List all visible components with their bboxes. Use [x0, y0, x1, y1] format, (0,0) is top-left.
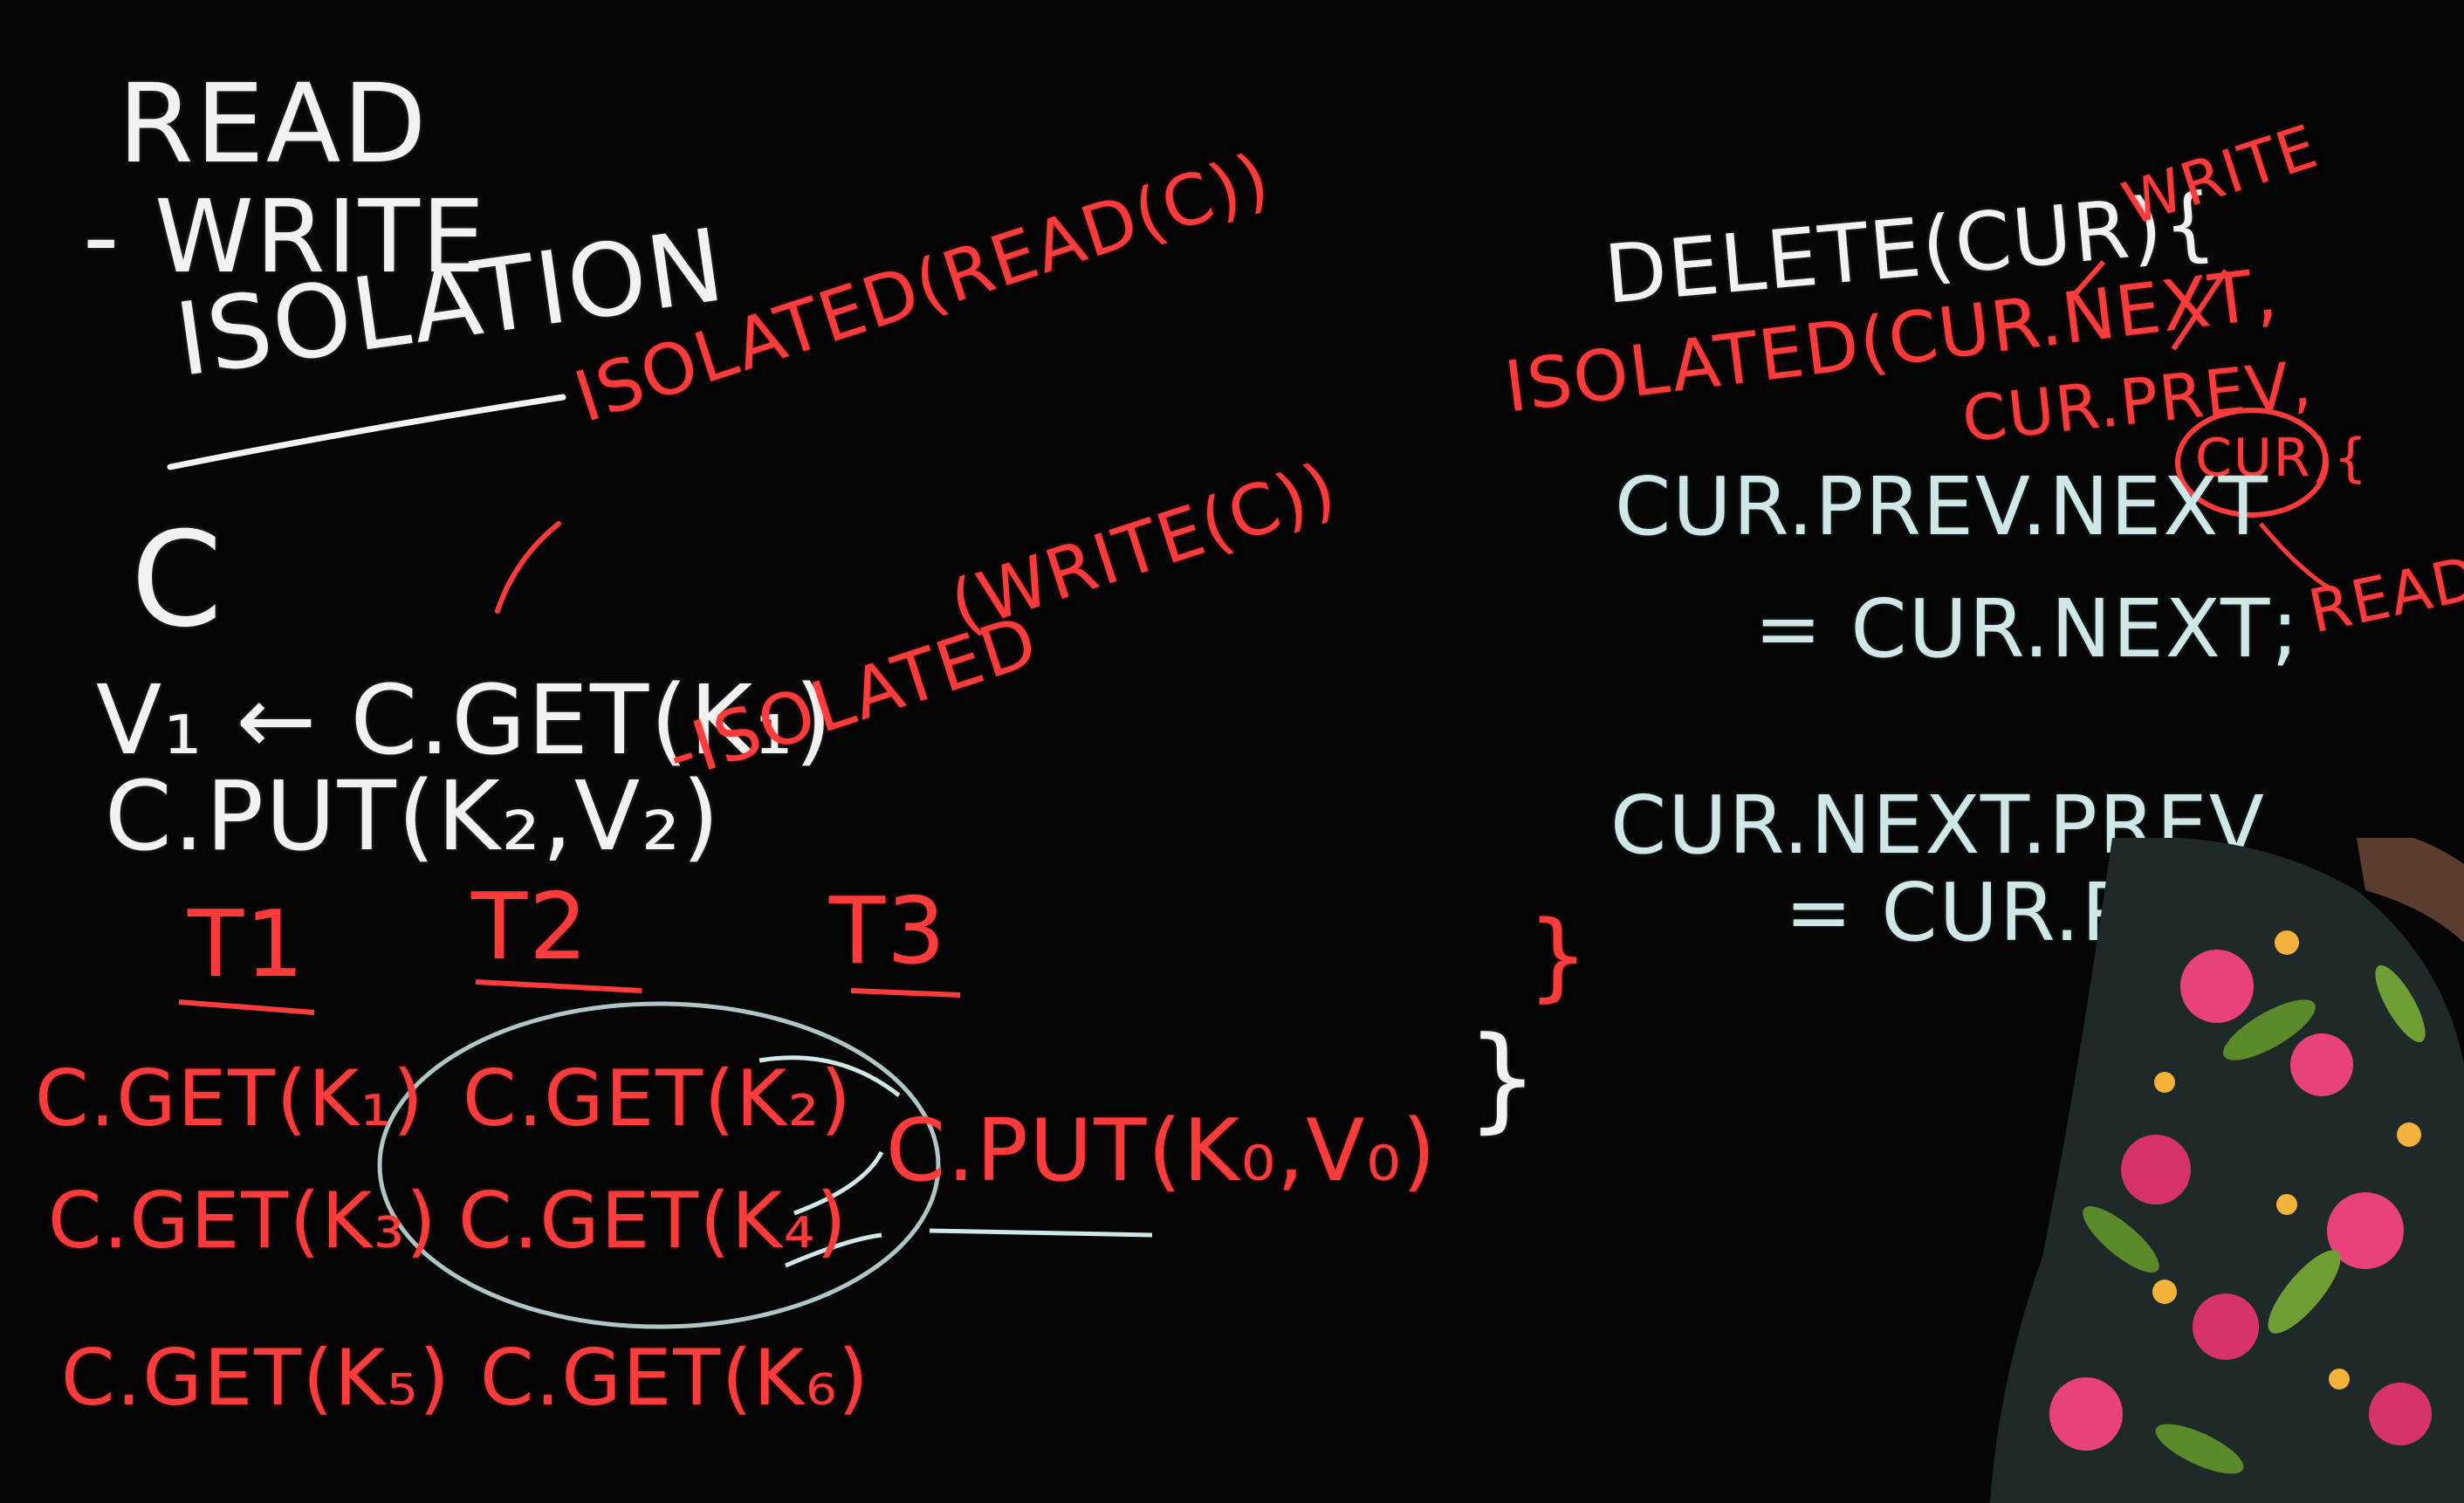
title-read: READ [118, 61, 429, 188]
t2-get-k2: C.GET(K₂) [463, 1053, 853, 1143]
t1-get-k1: C.GET(K₁) [35, 1053, 425, 1143]
closing-brace-inner: } [1527, 900, 1590, 1012]
t2-underline [475, 979, 642, 993]
title-underline [167, 394, 566, 470]
t1-get-k5: C.GET(K₅) [61, 1333, 451, 1423]
presenter [1990, 838, 2464, 1503]
put-underline [929, 1228, 1153, 1238]
t2-get-k6: C.GET(K₆) [480, 1333, 870, 1423]
read-connector-line [495, 521, 561, 614]
task-header-t1: T1 [188, 891, 305, 998]
code-line-1: CUR.PREV.NEXT [1615, 460, 2269, 553]
closing-brace-outer: } [1466, 1012, 1541, 1144]
t1-underline [178, 999, 315, 1015]
put-statement: C.PUT(K₂,V₂) [105, 760, 722, 872]
t2-ellipse [377, 1001, 941, 1329]
object-c: C [131, 504, 224, 656]
task-header-t2: T2 [471, 874, 589, 980]
t2-get-k4: C.GET(K₄) [458, 1176, 848, 1266]
code-line-2: = CUR.NEXT; [1754, 582, 2301, 676]
blackboard: READ - WRITE ISOLATION C ISOLATED(READ(C… [0, 0, 2464, 1503]
t3-put-k0-v0: C.PUT(K₀,V₀) [886, 1102, 1438, 1201]
t1-get-k3: C.GET(K₃) [48, 1176, 438, 1266]
t3-underline [850, 988, 961, 998]
task-header-t3: T3 [829, 878, 947, 985]
